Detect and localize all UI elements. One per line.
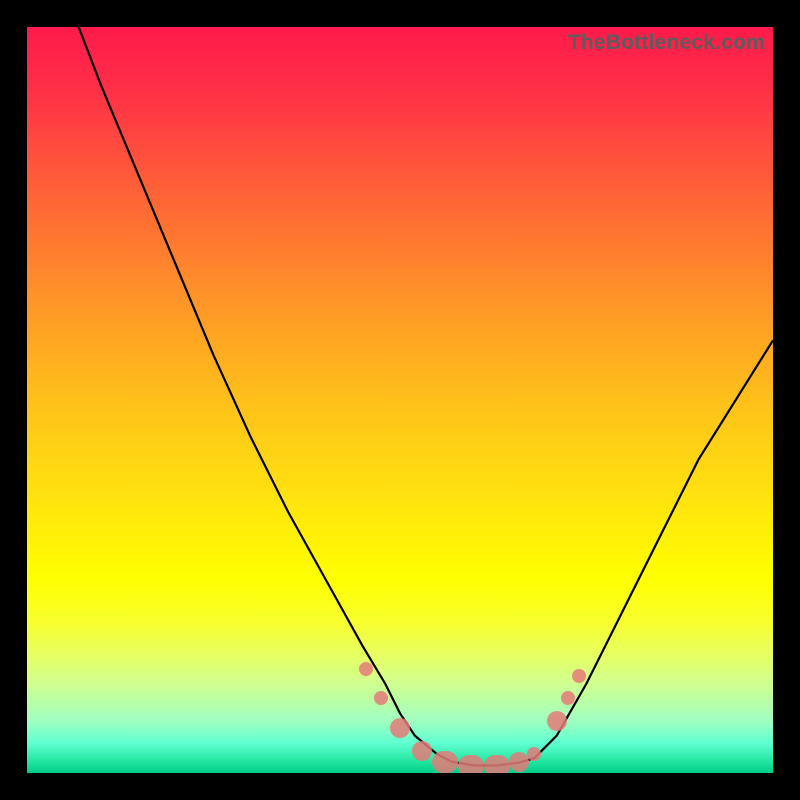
data-marker bbox=[527, 747, 541, 761]
data-marker bbox=[374, 691, 388, 705]
data-marker bbox=[432, 751, 458, 773]
data-marker bbox=[458, 755, 484, 773]
data-marker bbox=[359, 662, 373, 676]
plot-area: TheBottleneck.com bbox=[27, 27, 773, 773]
data-marker bbox=[484, 755, 510, 773]
watermark-text: TheBottleneck.com bbox=[568, 31, 765, 55]
data-marker bbox=[572, 669, 586, 683]
chart-frame: TheBottleneck.com bbox=[0, 0, 800, 800]
data-marker bbox=[412, 741, 432, 761]
marker-layer bbox=[27, 27, 773, 773]
data-marker bbox=[547, 711, 567, 731]
data-marker bbox=[561, 691, 575, 705]
data-marker bbox=[390, 718, 410, 738]
